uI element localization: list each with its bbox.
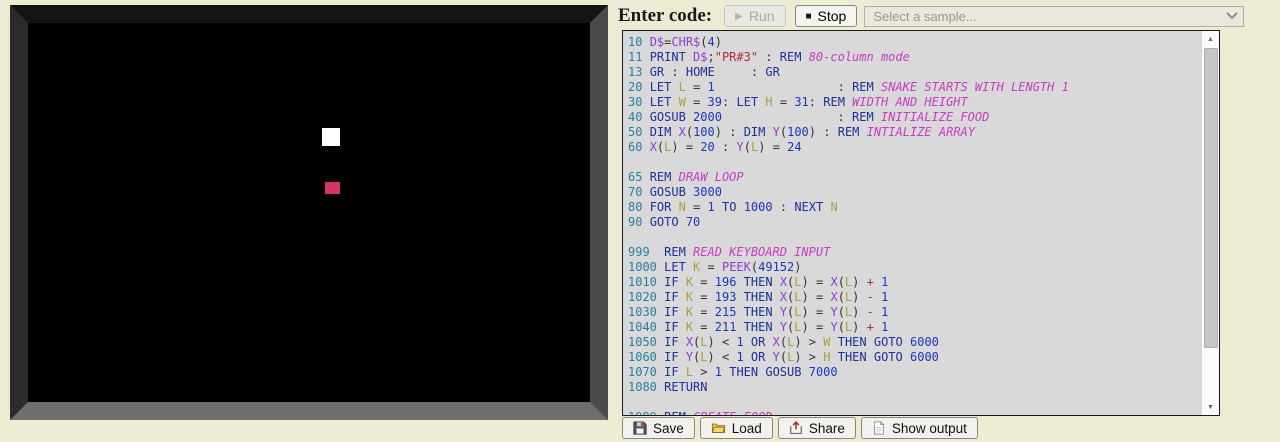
- scrollbar-thumb[interactable]: [1204, 48, 1218, 348]
- load-button-label: Load: [732, 421, 762, 436]
- save-button-label: Save: [653, 421, 684, 436]
- share-button[interactable]: Share: [778, 417, 856, 439]
- show-output-icon: [872, 421, 886, 435]
- stop-button-label: Stop: [818, 8, 847, 24]
- code-editor[interactable]: 10 D$=CHR$(4) 11 PRINT D$;"PR#3" : REM 8…: [623, 31, 1202, 415]
- show-output-button[interactable]: Show output: [861, 417, 978, 439]
- load-button[interactable]: Load: [700, 417, 773, 439]
- sample-select[interactable]: Select a sample...: [864, 6, 1244, 27]
- show-output-button-label: Show output: [892, 421, 967, 436]
- share-button-label: Share: [809, 421, 845, 436]
- chevron-down-icon: [1226, 12, 1238, 20]
- scrollbar-down-arrow-icon[interactable]: ▼: [1202, 399, 1219, 415]
- basic-emulator-app: Enter code: ▶ Run ■ Stop Select a sample…: [0, 0, 1280, 442]
- run-button-label: Run: [749, 8, 775, 24]
- footer-toolbar: Save Load Share Show output: [622, 417, 978, 439]
- code-editor-panel: 10 D$=CHR$(4) 11 PRINT D$;"PR#3" : REM 8…: [622, 30, 1220, 416]
- editor-scrollbar[interactable]: ▲ ▼: [1201, 31, 1219, 415]
- sample-select-placeholder: Select a sample...: [873, 9, 976, 24]
- scrollbar-up-arrow-icon[interactable]: ▲: [1202, 31, 1219, 47]
- toolbar: Enter code: ▶ Run ■ Stop Select a sample…: [618, 3, 1244, 29]
- load-icon: [711, 421, 726, 435]
- stop-icon: ■: [806, 11, 812, 22]
- save-icon: [633, 421, 647, 435]
- emulator-monitor: [10, 5, 608, 420]
- stop-button[interactable]: ■ Stop: [795, 5, 858, 27]
- enter-code-label: Enter code:: [618, 5, 712, 27]
- graphics-screen: [28, 23, 590, 402]
- play-icon: ▶: [735, 11, 743, 22]
- save-button[interactable]: Save: [622, 417, 695, 439]
- snake-block: [322, 128, 340, 146]
- share-icon: [789, 421, 803, 435]
- run-button[interactable]: ▶ Run: [724, 5, 785, 27]
- food-block: [325, 182, 340, 194]
